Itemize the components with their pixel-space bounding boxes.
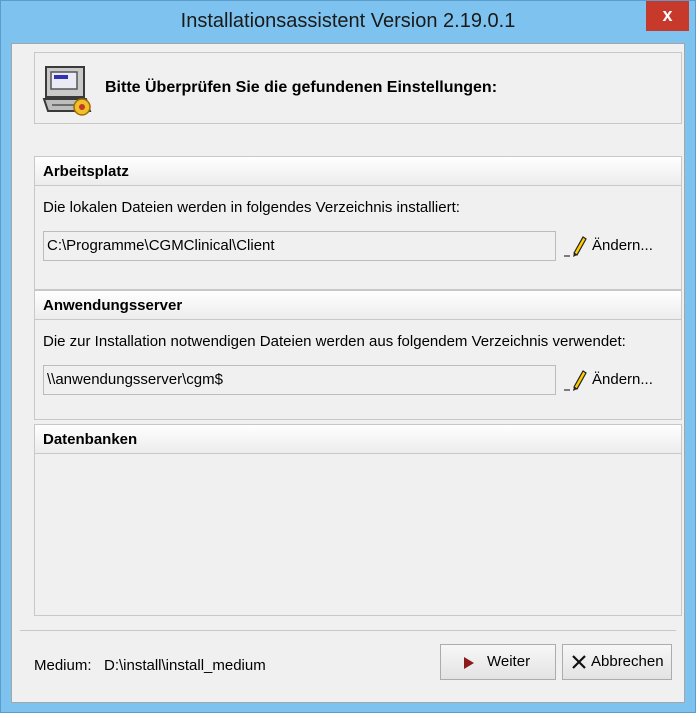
close-x-icon bbox=[572, 655, 586, 669]
workstation-change-button[interactable]: Ändern... bbox=[562, 231, 666, 261]
app-server-section-header: Anwendungsserver bbox=[34, 290, 682, 320]
installer-window: Installationsassistent Version 2.19.0.1 … bbox=[0, 0, 696, 713]
app-server-description: Die zur Installation notwendigen Dateien… bbox=[43, 333, 626, 350]
close-button[interactable]: x bbox=[646, 1, 689, 31]
header-panel: Bitte Überprüfen Sie die gefundenen Eins… bbox=[34, 52, 682, 124]
play-arrow-icon bbox=[464, 657, 474, 669]
workstation-description: Die lokalen Dateien werden in folgendes … bbox=[43, 199, 460, 216]
computer-setup-icon bbox=[42, 66, 92, 116]
workstation-section-header: Arbeitsplatz bbox=[34, 156, 682, 186]
app-server-change-label: Ändern... bbox=[592, 371, 653, 388]
workstation-change-label: Ändern... bbox=[592, 237, 653, 254]
medium-value: D:\install\install_medium bbox=[104, 657, 266, 674]
footer-divider bbox=[20, 630, 676, 631]
app-server-path-field[interactable]: \\anwendungsserver\cgm$ bbox=[43, 365, 556, 395]
app-server-section-body: Die zur Installation notwendigen Dateien… bbox=[34, 320, 682, 420]
workstation-section-title: Arbeitsplatz bbox=[43, 163, 129, 180]
window-title: Installationsassistent Version 2.19.0.1 bbox=[180, 10, 516, 32]
app-server-section-title: Anwendungsserver bbox=[43, 297, 183, 314]
cancel-button-label: Abbrechen bbox=[591, 653, 664, 670]
next-button-label: Weiter bbox=[487, 653, 531, 670]
dialog-client-area: Bitte Überprüfen Sie die gefundenen Eins… bbox=[11, 43, 685, 703]
app-server-change-button[interactable]: Ändern... bbox=[562, 365, 666, 395]
header-instruction: Bitte Überprüfen Sie die gefundenen Eins… bbox=[105, 79, 498, 96]
next-button[interactable]: Weiter bbox=[440, 644, 556, 680]
title-bar[interactable]: Installationsassistent Version 2.19.0.1 … bbox=[1, 1, 695, 41]
pencil-icon bbox=[564, 370, 587, 391]
workstation-section-body: Die lokalen Dateien werden in folgendes … bbox=[34, 186, 682, 290]
databases-section-title: Datenbanken bbox=[43, 431, 138, 448]
medium-label: Medium: bbox=[34, 657, 92, 674]
cancel-button[interactable]: Abbrechen bbox=[562, 644, 672, 680]
workstation-path-field[interactable]: C:\Programme\CGMClinical\Client bbox=[43, 231, 556, 261]
databases-section-header: Datenbanken bbox=[34, 424, 682, 454]
databases-list-area[interactable] bbox=[34, 454, 682, 616]
pencil-icon bbox=[564, 236, 587, 257]
